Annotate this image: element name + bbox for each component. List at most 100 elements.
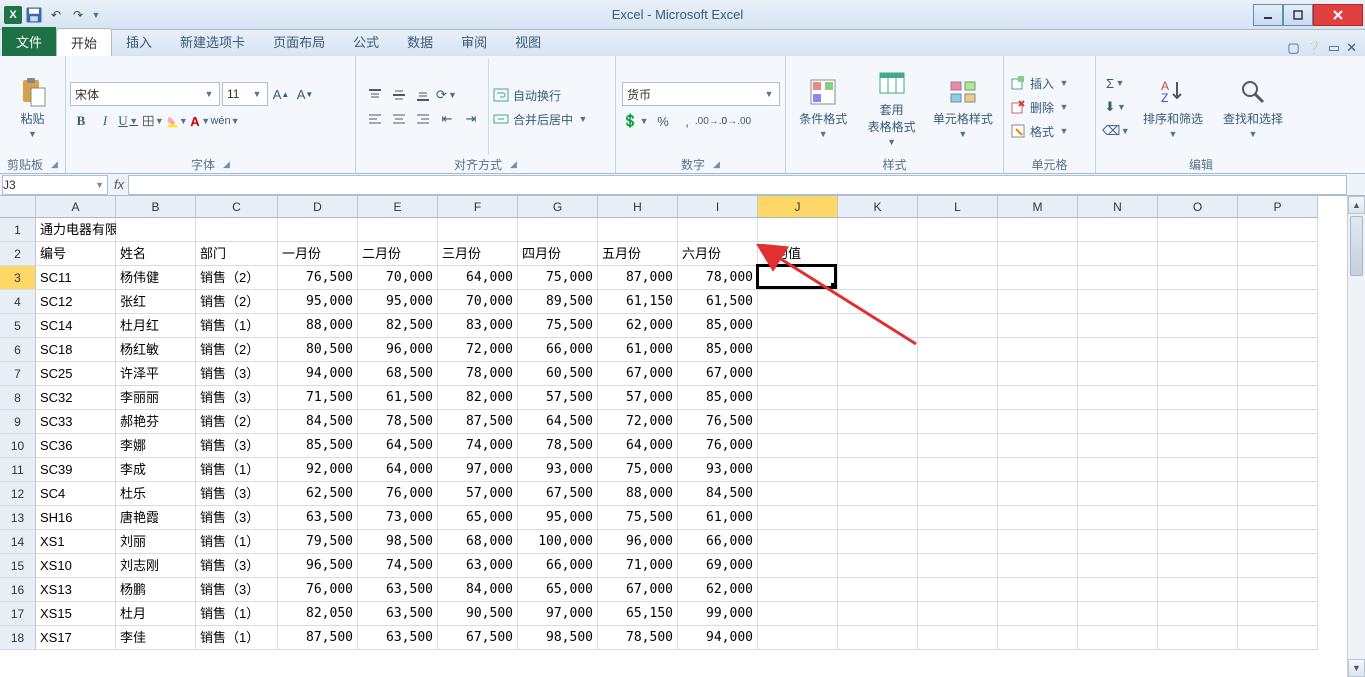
cell[interactable]: [1078, 554, 1158, 578]
cell[interactable]: 96,000: [358, 338, 438, 362]
column-header[interactable]: J: [758, 196, 838, 218]
cell[interactable]: [1078, 530, 1158, 554]
cell[interactable]: 编号: [36, 242, 116, 266]
spreadsheet-grid[interactable]: ABCDEFGHIJKLMNOP 12345678910111213141516…: [0, 196, 1365, 677]
cell[interactable]: 64,500: [518, 410, 598, 434]
cell[interactable]: [998, 506, 1078, 530]
cell[interactable]: 销售（1）: [196, 314, 278, 338]
find-select-button[interactable]: 查找和选择▼: [1214, 59, 1292, 155]
cell[interactable]: [196, 218, 278, 242]
row-header[interactable]: 4: [0, 290, 36, 314]
cell[interactable]: 部门: [196, 242, 278, 266]
cell[interactable]: [838, 458, 918, 482]
font-color-button[interactable]: A▼: [190, 110, 212, 132]
cell[interactable]: [998, 530, 1078, 554]
cell[interactable]: [998, 266, 1078, 290]
cell[interactable]: SC25: [36, 362, 116, 386]
cell[interactable]: 65,000: [518, 578, 598, 602]
cell[interactable]: 57,000: [598, 386, 678, 410]
conditional-format-button[interactable]: 条件格式▼: [790, 59, 856, 155]
align-center-icon[interactable]: [388, 108, 410, 130]
cell[interactable]: XS10: [36, 554, 116, 578]
cell[interactable]: [1078, 266, 1158, 290]
cell[interactable]: XS1: [36, 530, 116, 554]
cell[interactable]: [758, 626, 838, 650]
cell[interactable]: [598, 218, 678, 242]
column-header[interactable]: O: [1158, 196, 1238, 218]
cell[interactable]: 80,500: [278, 338, 358, 362]
cell[interactable]: 85,000: [678, 386, 758, 410]
cell[interactable]: SC11: [36, 266, 116, 290]
cell[interactable]: [1158, 506, 1238, 530]
sort-filter-button[interactable]: AZ 排序和筛选▼: [1134, 59, 1212, 155]
cell[interactable]: 61,000: [598, 338, 678, 362]
cell[interactable]: 72,000: [438, 338, 518, 362]
cell[interactable]: 84,000: [438, 578, 518, 602]
cell[interactable]: [998, 362, 1078, 386]
cell[interactable]: XS17: [36, 626, 116, 650]
cell[interactable]: 许泽平: [116, 362, 196, 386]
font-size-combo[interactable]: 11▼: [222, 82, 268, 106]
phonetic-button[interactable]: wén▼: [214, 110, 236, 132]
cell[interactable]: 三月份: [438, 242, 518, 266]
cell[interactable]: [758, 482, 838, 506]
cell[interactable]: 95,000: [358, 290, 438, 314]
cell[interactable]: [998, 218, 1078, 242]
cell[interactable]: 68,000: [438, 530, 518, 554]
cell[interactable]: 67,000: [598, 362, 678, 386]
cell[interactable]: 87,000: [598, 266, 678, 290]
cell[interactable]: 78,500: [598, 626, 678, 650]
currency-icon[interactable]: 💲▼: [622, 110, 650, 132]
cell[interactable]: 98,500: [518, 626, 598, 650]
cell[interactable]: 75,500: [598, 506, 678, 530]
cell[interactable]: SC12: [36, 290, 116, 314]
row-header[interactable]: 9: [0, 410, 36, 434]
cell[interactable]: [918, 410, 998, 434]
cell[interactable]: 74,000: [438, 434, 518, 458]
cell[interactable]: [1158, 362, 1238, 386]
cell[interactable]: 74,500: [358, 554, 438, 578]
cell[interactable]: 62,000: [678, 578, 758, 602]
cell[interactable]: 姓名: [116, 242, 196, 266]
row-header[interactable]: 7: [0, 362, 36, 386]
cell[interactable]: 64,500: [358, 434, 438, 458]
dialog-launcher-icon[interactable]: ◢: [223, 159, 230, 170]
cell[interactable]: [438, 218, 518, 242]
cell[interactable]: [116, 218, 196, 242]
cell[interactable]: 70,000: [358, 266, 438, 290]
cell[interactable]: 76,500: [278, 266, 358, 290]
cell[interactable]: [1158, 338, 1238, 362]
cell[interactable]: SC14: [36, 314, 116, 338]
cell[interactable]: [918, 266, 998, 290]
cell[interactable]: 杜月红: [116, 314, 196, 338]
border-button[interactable]: ▼: [142, 110, 164, 132]
cell[interactable]: [1238, 218, 1318, 242]
cell[interactable]: 61,500: [358, 386, 438, 410]
cell[interactable]: 78,000: [678, 266, 758, 290]
cell[interactable]: 61,150: [598, 290, 678, 314]
cell[interactable]: 杨伟健: [116, 266, 196, 290]
cell[interactable]: SC18: [36, 338, 116, 362]
cell[interactable]: [758, 266, 838, 290]
decrease-font-icon[interactable]: A▼: [294, 83, 316, 105]
cell[interactable]: 销售（2）: [196, 266, 278, 290]
cell[interactable]: [758, 410, 838, 434]
cell[interactable]: SC33: [36, 410, 116, 434]
cell[interactable]: 89,500: [518, 290, 598, 314]
cell[interactable]: [1078, 314, 1158, 338]
cell[interactable]: 78,000: [438, 362, 518, 386]
cell[interactable]: 五月份: [598, 242, 678, 266]
cell[interactable]: [838, 338, 918, 362]
tab-公式[interactable]: 公式: [339, 28, 393, 56]
row-header[interactable]: 12: [0, 482, 36, 506]
cell[interactable]: [758, 434, 838, 458]
cell[interactable]: [1078, 506, 1158, 530]
cell[interactable]: 92,000: [278, 458, 358, 482]
cell[interactable]: 65,150: [598, 602, 678, 626]
tab-新建选项卡[interactable]: 新建选项卡: [166, 28, 259, 56]
cell[interactable]: [998, 626, 1078, 650]
cell[interactable]: 100,000: [518, 530, 598, 554]
help-icon[interactable]: ❔: [1306, 40, 1322, 56]
cell[interactable]: [1238, 530, 1318, 554]
cell[interactable]: 85,000: [678, 338, 758, 362]
